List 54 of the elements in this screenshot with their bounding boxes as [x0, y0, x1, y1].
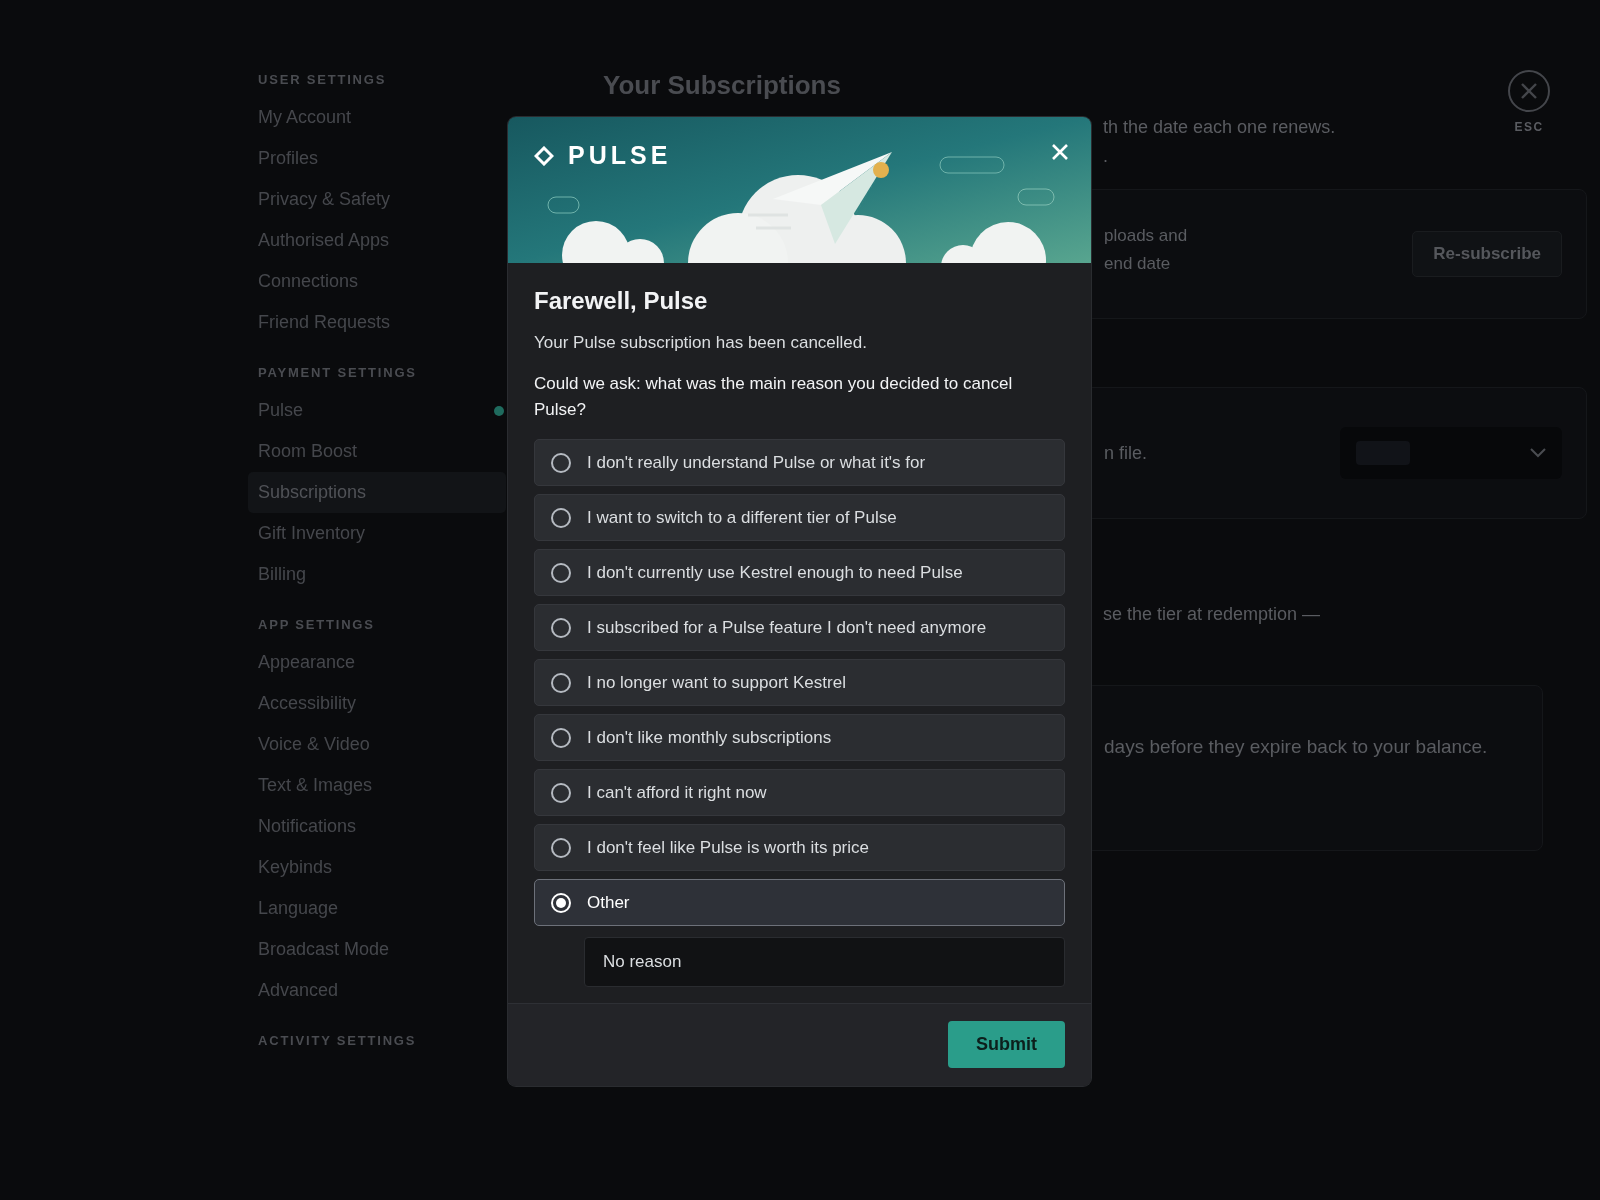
sidebar-item[interactable]: Billing: [248, 554, 506, 595]
card-text: ploads and: [1104, 226, 1188, 246]
sidebar-item[interactable]: Connections: [248, 261, 506, 302]
sidebar-item[interactable]: Friend Requests: [248, 302, 506, 343]
sidebar-item[interactable]: Pulse: [248, 390, 506, 431]
reason-option[interactable]: I don't like monthly subscriptions: [534, 714, 1065, 761]
sidebar-item[interactable]: Authorised Apps: [248, 220, 506, 261]
card-text: n file.: [1104, 442, 1148, 464]
sidebar-item[interactable]: Subscriptions: [248, 472, 506, 513]
section-heading: APP SETTINGS: [257, 617, 375, 632]
card-text: end date: [1104, 254, 1171, 274]
sidebar-item[interactable]: Text & Images: [248, 765, 506, 806]
description-text: se the tier at redemption —: [1103, 604, 1321, 625]
section-heading: PAYMENT SETTINGS: [257, 365, 417, 380]
brand-logo: PULSE: [568, 141, 672, 170]
section-heading: ACTIVITY SETTINGS: [257, 1033, 417, 1048]
survey-question: Could we ask: what was the main reason you decided to cancel Pulse?: [534, 373, 1014, 421]
close-icon: [1520, 82, 1538, 100]
reason-option[interactable]: I subscribed for a Pulse feature I don't need anymore: [534, 604, 1065, 651]
sidebar-item[interactable]: Accessibility: [248, 683, 506, 724]
page-title: Your Subscriptions: [603, 70, 841, 101]
sidebar-item[interactable]: Voice & Video: [248, 724, 506, 765]
other-reason-field[interactable]: No reason: [584, 937, 1065, 987]
reason-option[interactable]: I can't afford it right now: [534, 769, 1065, 816]
sidebar-item[interactable]: Privacy & Safety: [248, 179, 506, 220]
dialog-message: Your Pulse subscription has been cancelled.: [534, 333, 868, 353]
sidebar-item[interactable]: Appearance: [248, 642, 506, 683]
sidebar-item[interactable]: Keybinds: [248, 847, 506, 888]
reason-option[interactable]: I don't really understand Pulse or what it's for: [534, 439, 1065, 486]
close-button[interactable]: [1508, 70, 1550, 112]
sidebar-item[interactable]: Broadcast Mode: [248, 929, 506, 970]
esc-label: ESC: [1514, 120, 1544, 134]
description-text: .: [1103, 146, 1108, 167]
sidebar-item[interactable]: Room Boost: [248, 431, 506, 472]
sidebar-item[interactable]: Advanced: [248, 970, 506, 1011]
submit-button[interactable]: Submit: [948, 1021, 1065, 1068]
dialog-title: Farewell, Pulse: [534, 287, 709, 315]
re-subscribe-button[interactable]: Re-subscribe: [1412, 231, 1562, 277]
chevron-down-icon: [1530, 448, 1546, 458]
section-heading: USER SETTINGS: [257, 72, 387, 87]
sidebar-item[interactable]: Profiles: [248, 138, 506, 179]
card-text: days before they expire back to your balance.: [1104, 736, 1488, 758]
description-text: th the date each one renews.: [1103, 117, 1336, 138]
sidebar-item[interactable]: Gift Inventory: [248, 513, 506, 554]
reason-option[interactable]: I no longer want to support Kestrel: [534, 659, 1065, 706]
reason-option[interactable]: I want to switch to a different tier of Pulse: [534, 494, 1065, 541]
reason-option[interactable]: I don't currently use Kestrel enough to need Pulse: [534, 549, 1065, 596]
close-icon: [1051, 143, 1069, 161]
sidebar-item[interactable]: Notifications: [248, 806, 506, 847]
diamond-icon: [534, 145, 554, 166]
reason-option[interactable]: Other: [534, 879, 1065, 926]
sidebar-item[interactable]: My Account: [248, 97, 506, 138]
sidebar-item[interactable]: Language: [248, 888, 506, 929]
reason-option[interactable]: I don't feel like Pulse is worth its price: [534, 824, 1065, 871]
